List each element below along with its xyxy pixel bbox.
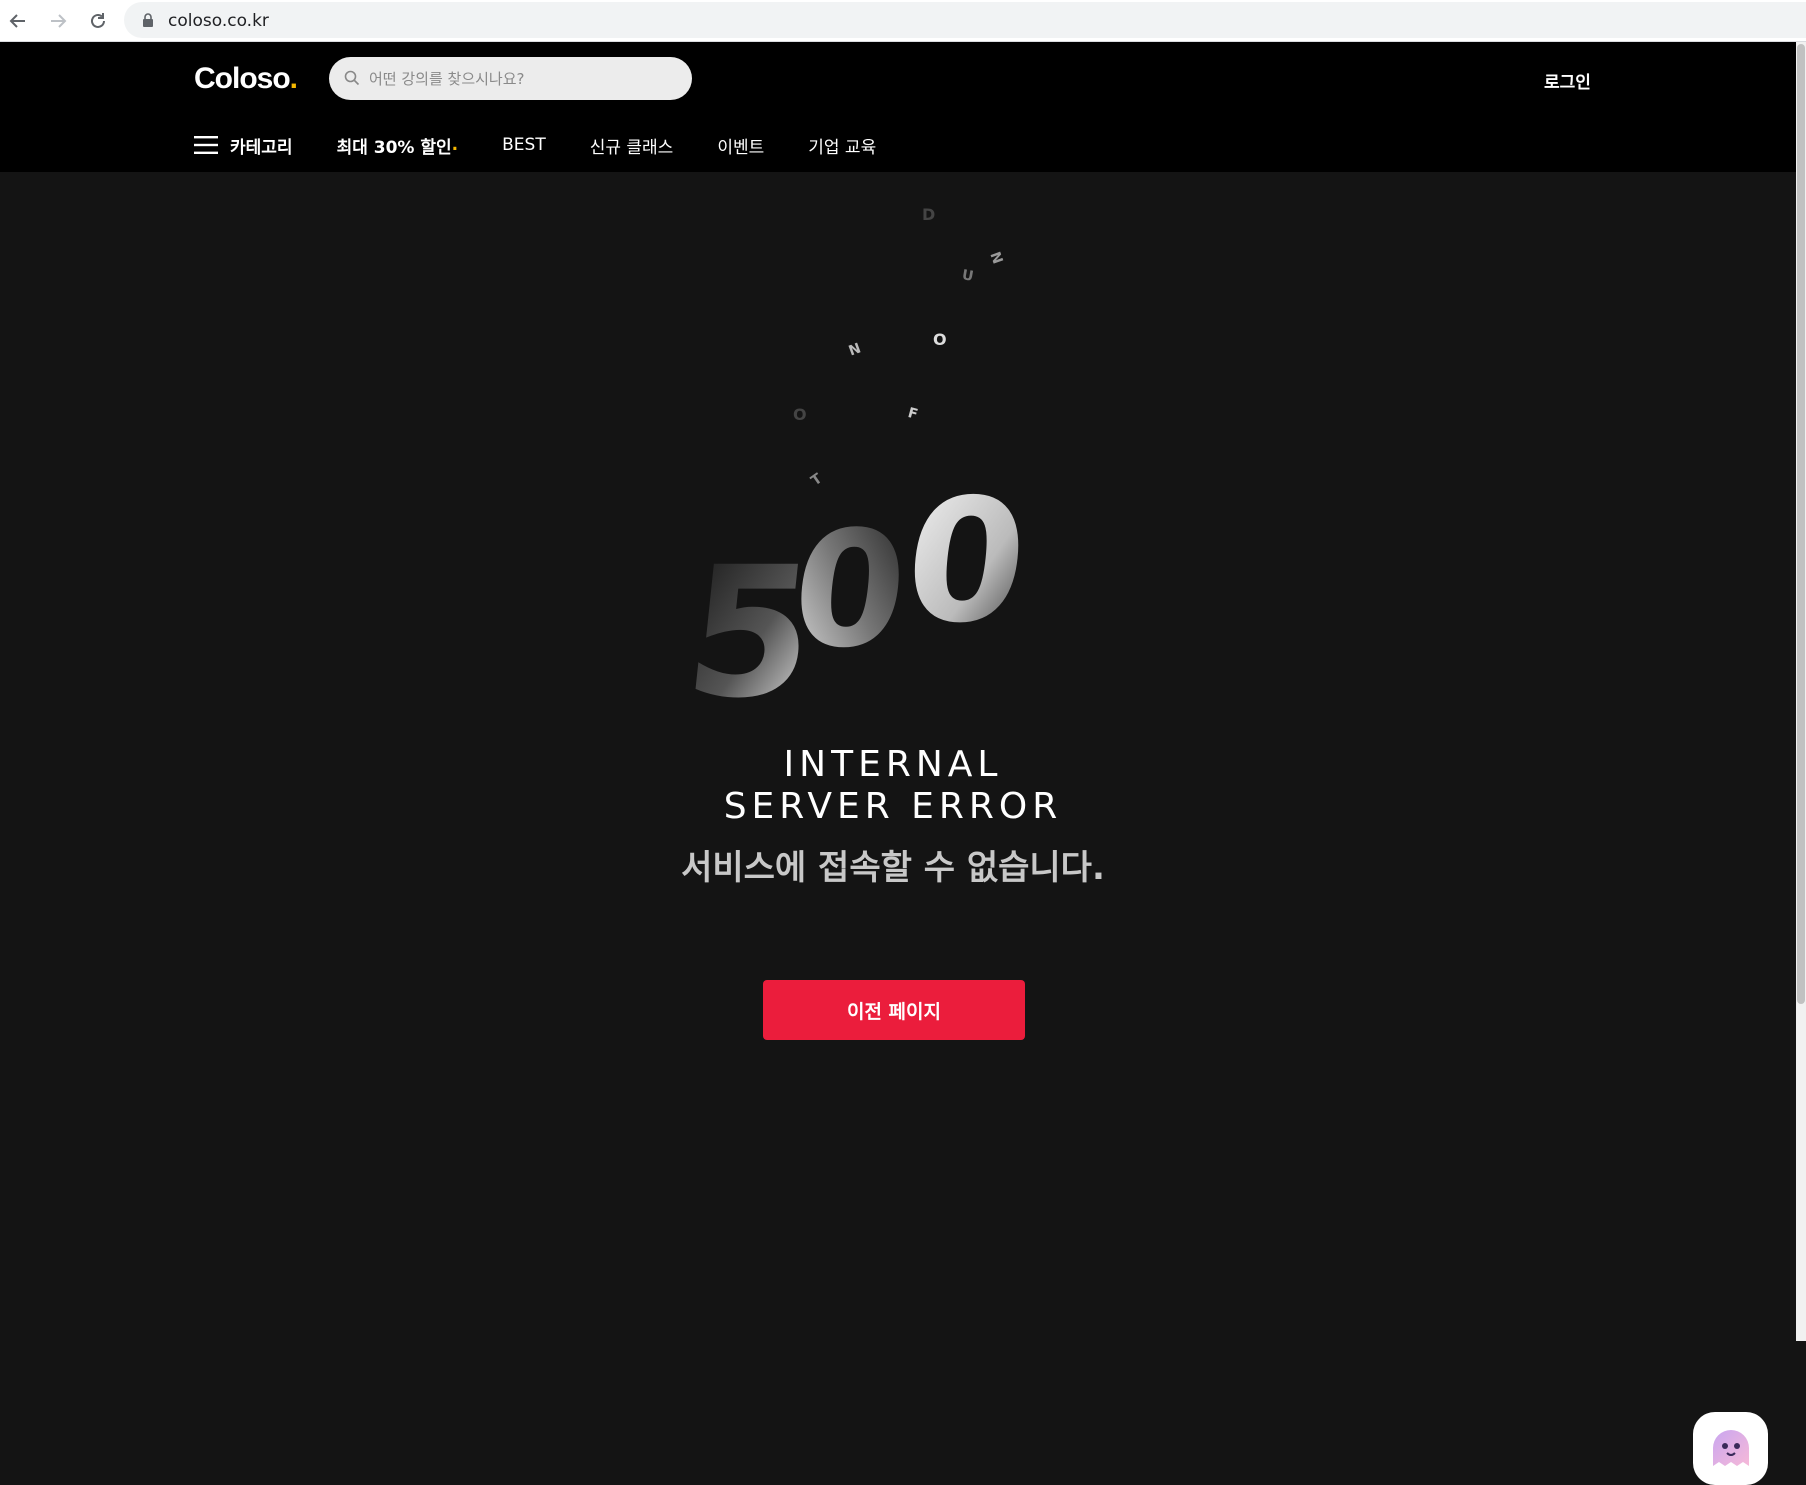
reload-icon[interactable]: [84, 7, 112, 35]
error-code-500: 5 0 0: [677, 463, 1036, 732]
logo-dot: .: [289, 62, 298, 95]
login-link[interactable]: 로그인: [1544, 68, 1591, 93]
page-scrollbar[interactable]: [1796, 42, 1806, 1341]
nav-new-class[interactable]: 신규 클래스: [590, 133, 674, 158]
address-bar[interactable]: coloso.co.kr: [124, 2, 1806, 38]
logo-text: Coloso: [194, 62, 291, 95]
nav-promo[interactable]: 최대 30% 할인.: [337, 133, 459, 158]
nav-corporate[interactable]: 기업 교육: [808, 133, 876, 158]
previous-page-button[interactable]: 이전 페이지: [763, 980, 1025, 1040]
site-header: Coloso. 로그인 카테고리 최대 30% 할인. BEST 신규 클래스 …: [0, 42, 1796, 172]
main-nav: 카테고리 최대 30% 할인. BEST 신규 클래스 이벤트 기업 교육: [194, 130, 920, 160]
search-icon: [344, 70, 360, 86]
url-text: coloso.co.kr: [168, 11, 269, 31]
promo-dot: .: [451, 135, 459, 155]
hamburger-menu-icon: [194, 136, 218, 154]
chat-ghost-icon: [1712, 1429, 1749, 1466]
browser-toolbar: coloso.co.kr: [0, 0, 1806, 42]
forward-arrow-icon[interactable]: [44, 7, 72, 35]
nav-best[interactable]: BEST: [502, 135, 546, 155]
error-title-line2: SERVER ERROR: [723, 786, 1063, 827]
error-page: N O T F O U N D 5 0 0 INTERNAL SERVER ER…: [0, 172, 1796, 1485]
site-logo[interactable]: Coloso.: [194, 62, 298, 96]
error-description: 서비스에 접속할 수 없습니다.: [681, 848, 1105, 888]
search-input[interactable]: [367, 57, 677, 100]
error-title-line1: INTERNAL: [783, 744, 1003, 785]
nav-promo-label: 최대 30% 할인: [336, 137, 452, 158]
scrollbar-thumb[interactable]: [1797, 44, 1805, 1004]
chat-widget-button[interactable]: [1693, 1412, 1768, 1485]
nav-event[interactable]: 이벤트: [717, 133, 764, 158]
search-box[interactable]: [329, 57, 692, 100]
lock-icon: [143, 13, 153, 27]
nav-category-label: 카테고리: [230, 137, 293, 158]
nav-category[interactable]: 카테고리: [194, 133, 293, 158]
digit-zero-second: 0: [897, 463, 1036, 660]
digit-zero-first: 0: [784, 496, 915, 682]
back-arrow-icon[interactable]: [4, 7, 32, 35]
